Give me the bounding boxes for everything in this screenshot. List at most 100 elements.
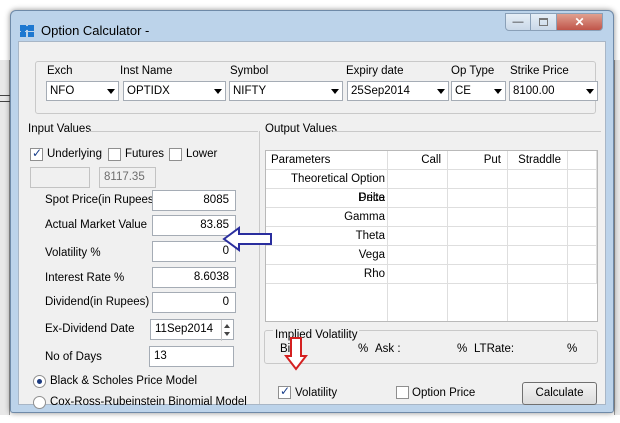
- grid-header-call: Call: [388, 151, 448, 170]
- symbol-combo[interactable]: NIFTY: [229, 81, 343, 101]
- grid-cell: [508, 227, 568, 246]
- grid-cell: [568, 208, 597, 227]
- chevron-down-icon: [214, 89, 222, 94]
- grid-cell: [568, 170, 597, 189]
- grid-cell: [388, 246, 448, 265]
- grid-header-straddle: Straddle: [508, 151, 568, 170]
- interest-rate-input[interactable]: 8.6038: [152, 267, 236, 288]
- date-spinner[interactable]: [221, 320, 233, 341]
- blue-arrow-shape: [222, 226, 272, 252]
- chevron-down-icon: [586, 89, 594, 94]
- grid-row-param: Gamma: [266, 208, 388, 227]
- spot-price-label: Spot Price(in Rupees): [45, 194, 158, 206]
- ltrate-percent: %: [567, 343, 578, 355]
- symbol-label: Symbol: [230, 65, 269, 77]
- grid-header-parameters: Parameters: [266, 151, 388, 170]
- grid-cell: [448, 170, 508, 189]
- grid-cell: [568, 189, 597, 208]
- grid-empty-area: [568, 284, 597, 321]
- ask-label: Ask :: [375, 343, 401, 355]
- background-line: [0, 95, 10, 96]
- minimize-button[interactable]: —: [505, 13, 531, 31]
- symbol-value: NIFTY: [233, 85, 267, 97]
- lower-checkbox[interactable]: [169, 148, 182, 161]
- underlying-checkbox[interactable]: [30, 146, 43, 161]
- grid-row-param: Theoretical Option Price: [266, 170, 388, 204]
- calculate-button[interactable]: Calculate: [522, 382, 597, 405]
- bid-percent: %: [358, 343, 369, 355]
- exch-combo[interactable]: NFO: [46, 81, 119, 101]
- grid-cell: [568, 227, 597, 246]
- grid-cell: [448, 246, 508, 265]
- grid-cell: [448, 227, 508, 246]
- close-button[interactable]: ✕: [557, 13, 603, 31]
- strike-price-label: Strike Price: [510, 65, 569, 77]
- output-values-divider: [333, 131, 601, 132]
- grid-empty-area: [508, 284, 568, 321]
- background-window-edge-left: [0, 60, 10, 415]
- no-of-days-input[interactable]: 13: [149, 346, 234, 367]
- grid-empty-area: [266, 284, 388, 321]
- grid-cell: [568, 246, 597, 265]
- maximize-icon: [539, 18, 548, 26]
- expiry-date-combo[interactable]: 25Sep2014: [347, 81, 449, 101]
- inst-name-combo[interactable]: OPTIDX: [123, 81, 226, 101]
- grid-header-put: Put: [448, 151, 508, 170]
- binomial-label: Cox-Ross-Rubeinstein Binomial Model: [50, 396, 247, 408]
- close-icon: ✕: [574, 15, 585, 29]
- spot-price-input[interactable]: 8085: [152, 190, 236, 211]
- spin-down-icon: [224, 332, 230, 336]
- background-line: [0, 101, 10, 102]
- op-type-label: Op Type: [451, 65, 495, 77]
- inst-name-label: Inst Name: [120, 65, 173, 77]
- output-values-title: Output Values: [265, 123, 338, 135]
- interest-rate-label: Interest Rate %: [45, 272, 125, 284]
- blue-left-arrow-icon: [222, 226, 272, 252]
- binomial-radio[interactable]: [33, 396, 46, 409]
- underlying-label: Underlying: [47, 148, 102, 160]
- strike-price-value: 8100.00: [513, 85, 555, 97]
- futures-checkbox[interactable]: [108, 148, 121, 161]
- red-down-arrow-icon: [284, 337, 308, 371]
- grid-cell: [508, 208, 568, 227]
- chevron-down-icon: [331, 89, 339, 94]
- inst-name-value: OPTIDX: [127, 85, 170, 97]
- op-type-value: CE: [455, 85, 471, 97]
- output-values-grid[interactable]: Parameters Call Put Straddle Theoretical…: [265, 150, 598, 322]
- grid-cell: [388, 227, 448, 246]
- grid-cell: [448, 189, 508, 208]
- option-price-checkbox[interactable]: [396, 386, 409, 399]
- volatility-checkbox[interactable]: [278, 384, 291, 399]
- op-type-combo[interactable]: CE: [451, 81, 506, 101]
- grid-header-extra: [568, 151, 597, 170]
- exch-label: Exch: [47, 65, 73, 77]
- grid-row-param: Delta: [266, 189, 388, 208]
- market-value-label: Actual Market Value: [45, 219, 148, 231]
- ex-dividend-date-value: 11Sep2014: [155, 323, 213, 335]
- chevron-down-icon: [107, 89, 115, 94]
- underlying-blank-field: [30, 167, 90, 188]
- grid-cell: [508, 246, 568, 265]
- volatility-checkbox-label: Volatility: [295, 387, 338, 399]
- grid-cell: [508, 265, 568, 284]
- minimize-icon: —: [512, 16, 524, 28]
- window-title: Option Calculator -: [41, 23, 150, 38]
- background-window-edge-right: [614, 60, 620, 415]
- exch-value: NFO: [50, 85, 75, 97]
- grid-empty-area: [448, 284, 508, 321]
- black-scholes-radio[interactable]: [33, 375, 46, 388]
- dividend-input[interactable]: 0: [152, 292, 236, 313]
- expiry-date-value: 25Sep2014: [351, 85, 410, 97]
- red-arrow-shape: [284, 337, 308, 371]
- dividend-label: Dividend(in Rupees): [45, 296, 150, 308]
- grid-cell: [388, 265, 448, 284]
- black-scholes-label: Black & Scholes Price Model: [50, 375, 198, 387]
- ex-dividend-date-label: Ex-Dividend Date: [45, 323, 135, 335]
- strike-price-combo[interactable]: 8100.00: [509, 81, 598, 101]
- maximize-button[interactable]: [531, 13, 557, 31]
- option-price-checkbox-label: Option Price: [412, 387, 476, 399]
- ex-dividend-date-picker[interactable]: 11Sep2014: [150, 319, 234, 341]
- input-values-divider: [89, 131, 258, 132]
- ltrate-label: LTRate:: [474, 343, 515, 355]
- puzzle-app-icon: [20, 25, 34, 37]
